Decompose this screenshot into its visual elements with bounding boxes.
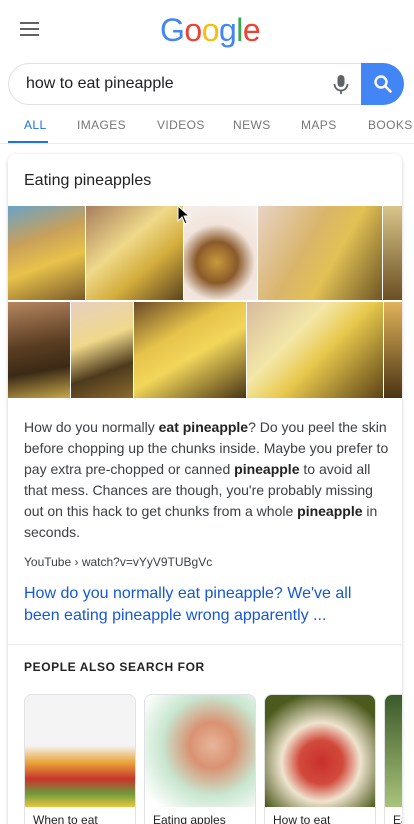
related-search-card[interactable]: When to eat	[24, 694, 136, 824]
related-image	[25, 695, 135, 807]
result-source[interactable]: YouTube › watch?v=vYyV9TUBgVc	[24, 555, 212, 569]
tab-news[interactable]: NEWS	[233, 118, 271, 132]
logo-letter: G	[160, 12, 185, 48]
related-search-card[interactable]: How to eat	[264, 694, 376, 824]
related-image	[385, 695, 402, 807]
search-bar[interactable]: how to eat pineapple	[8, 63, 404, 105]
result-snippet: How do you normally eat pineapple? Do yo…	[24, 417, 390, 543]
search-button[interactable]	[361, 63, 404, 105]
active-tab-indicator	[8, 141, 48, 143]
snippet-highlight: eat pineapple	[158, 419, 249, 435]
logo-letter: l	[236, 12, 243, 48]
logo-letter: o	[184, 12, 202, 48]
related-image	[265, 695, 375, 807]
related-search-card[interactable]: Eat	[384, 694, 402, 824]
related-label: How to eat	[273, 813, 331, 824]
divider	[8, 644, 402, 645]
microphone-icon[interactable]	[331, 74, 351, 96]
pineapple-image[interactable]	[258, 206, 382, 300]
related-image	[145, 695, 255, 807]
pineapple-image[interactable]	[134, 302, 246, 398]
logo-letter: g	[218, 12, 237, 48]
google-logo[interactable]: Google	[160, 12, 261, 49]
tab-images[interactable]: IMAGES	[77, 118, 126, 132]
search-tabs: ALL IMAGES VIDEOS NEWS MAPS BOOKS	[0, 112, 414, 144]
top-bar: Google	[0, 0, 414, 60]
search-input[interactable]: how to eat pineapple	[26, 75, 174, 93]
snippet-text: How do you normally	[24, 419, 159, 435]
related-label: When to eat	[33, 813, 98, 824]
related-label: Eat	[393, 813, 402, 824]
featured-result-card: Eating pineapples How do you normally ea…	[8, 154, 402, 824]
pineapple-image[interactable]	[8, 302, 70, 398]
related-label: Eating apples	[153, 813, 226, 824]
pineapple-image[interactable]	[8, 206, 85, 300]
logo-letter: e	[242, 12, 261, 48]
pineapple-image[interactable]	[86, 206, 183, 300]
tab-videos[interactable]: VIDEOS	[157, 118, 205, 132]
snippet-highlight: pineapple	[234, 461, 300, 477]
card-title: Eating pineapples	[24, 172, 152, 189]
snippet-highlight: pineapple	[297, 503, 363, 519]
related-search-card[interactable]: Eating apples	[144, 694, 256, 824]
search-icon	[373, 75, 392, 93]
hamburger-menu-icon[interactable]	[20, 22, 40, 38]
pineapple-image[interactable]	[247, 302, 383, 398]
tab-maps[interactable]: MAPS	[301, 118, 337, 132]
mouse-cursor-icon	[177, 205, 191, 225]
logo-letter: o	[201, 12, 220, 48]
pineapple-image[interactable]	[384, 302, 402, 398]
people-also-search-heading: PEOPLE ALSO SEARCH FOR	[24, 660, 205, 674]
image-grid	[8, 206, 402, 398]
pineapple-image[interactable]	[383, 206, 402, 300]
tab-all[interactable]: ALL	[24, 118, 47, 132]
tab-books[interactable]: BOOKS	[368, 118, 413, 132]
pineapple-image[interactable]	[184, 206, 257, 300]
pineapple-image[interactable]	[71, 302, 133, 398]
result-link[interactable]: How do you normally eat pineapple? We've…	[24, 583, 384, 627]
